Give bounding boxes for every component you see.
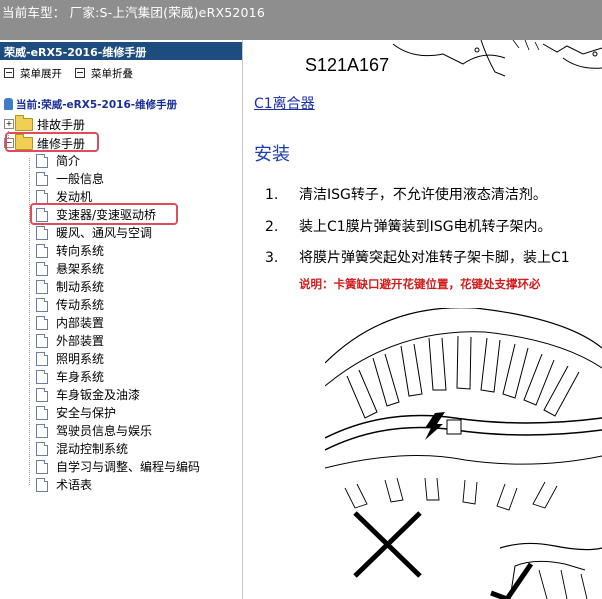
tree-folder-label: 排故手册 — [37, 118, 86, 132]
tree-item-label: 照明系统 — [56, 352, 105, 366]
document-icon — [36, 424, 48, 438]
step-item: 1. 清洁ISG转子，不允许使用液态清洁剂。 — [265, 184, 547, 204]
note: 说明：卡簧缺口避开花键位置，花键处支撑环必 — [299, 276, 541, 292]
tree-item[interactable]: 术语表 — [36, 476, 236, 493]
step-item: 2. 装上C1膜片弹簧装到ISG电机转子架内。 — [265, 216, 552, 236]
tree-item-label: 转向系统 — [56, 244, 105, 258]
document-icon — [36, 154, 48, 168]
tree-item[interactable]: 悬架系统 — [36, 260, 236, 277]
expand-icon — [4, 68, 14, 78]
tree-item[interactable]: 车身钣金及油漆 — [36, 386, 236, 403]
document-icon — [36, 226, 48, 240]
tree-item-label: 一般信息 — [56, 172, 105, 186]
tree-item-label: 车身钣金及油漆 — [56, 388, 141, 402]
tree-item-label: 术语表 — [56, 478, 93, 492]
expand-all-button[interactable]: 菜单展开 — [4, 66, 62, 80]
expand-all-label: 菜单展开 — [20, 68, 62, 80]
tree-item[interactable]: 传动系统 — [36, 296, 236, 313]
title-bar: 当前车型： 厂家:S-上汽集团(荣威)eRX52016 — [0, 0, 602, 40]
document-icon — [36, 406, 48, 420]
document-icon — [36, 190, 48, 204]
highlight-box — [5, 132, 99, 152]
top-figure-fragment — [392, 40, 602, 77]
tree-item[interactable]: 混动控制系统 — [36, 440, 236, 457]
document-icon — [36, 460, 48, 474]
document-icon — [36, 262, 48, 276]
document-icon — [36, 298, 48, 312]
step-number: 1. — [265, 187, 279, 203]
tree-folder-troubleshooting[interactable]: + 排故手册 — [4, 115, 204, 132]
document-icon — [36, 442, 48, 456]
tree-item[interactable]: 安全与保护 — [36, 404, 236, 421]
window-title: 当前车型： 厂家:S-上汽集团(荣威)eRX52016 — [2, 5, 265, 20]
tree-item-label: 安全与保护 — [56, 406, 117, 420]
highlight-box — [30, 203, 178, 225]
expander-plus-icon[interactable]: + — [4, 119, 14, 129]
note-label: 说明： — [299, 277, 334, 291]
current-manual-label: 当前:荣威-eRX5-2016-维修手册 — [16, 99, 178, 111]
current-manual[interactable]: 当前:荣威-eRX5-2016-维修手册 — [4, 97, 177, 112]
c1-clutch-link[interactable]: C1离合器 — [254, 93, 315, 113]
tree-item[interactable]: 照明系统 — [36, 350, 236, 367]
document-icon — [36, 388, 48, 402]
document-icon — [36, 172, 48, 186]
folder-icon — [15, 115, 33, 131]
step-item: 3. 将膜片弹簧突起处对准转子架卡脚，装上C1 — [265, 247, 570, 267]
tree-item-label: 驾驶员信息与娱乐 — [56, 424, 153, 438]
tree-item[interactable]: 一般信息 — [36, 170, 236, 187]
tree-item[interactable]: 驾驶员信息与娱乐 — [36, 422, 236, 439]
tree-item[interactable]: 暖风、通风与空调 — [36, 224, 236, 241]
note-text: 卡簧缺口避开花键位置，花键处支撑环必 — [333, 277, 541, 291]
tree-item-label: 制动系统 — [56, 280, 105, 294]
tree-item-label: 外部装置 — [56, 334, 105, 348]
sidebar: 荣威-eRX5-2016-维修手册 菜单展开 菜单折叠 当前:荣威-eRX5-2… — [0, 40, 243, 599]
sidebar-header: 荣威-eRX5-2016-维修手册 — [0, 42, 242, 60]
step-text: 装上C1膜片弹簧装到ISG电机转子架内。 — [299, 219, 552, 235]
tree-item[interactable]: 简介 — [36, 152, 236, 169]
tree-item-label: 内部装置 — [56, 316, 105, 330]
tree-item[interactable]: 制动系统 — [36, 278, 236, 295]
tree-item-label: 传动系统 — [56, 298, 105, 312]
content-pane: S121A167 C1离合器 安装 1. 清洁ISG转子，不允许使用液态清洁剂。 … — [243, 40, 602, 599]
document-icon — [36, 352, 48, 366]
tree-item[interactable]: 车身系统 — [36, 368, 236, 385]
tree-item-label: 车身系统 — [56, 370, 105, 384]
document-icon — [36, 316, 48, 330]
document-icon — [36, 244, 48, 258]
tree-item-label: 混动控制系统 — [56, 442, 129, 456]
collapse-all-label: 菜单折叠 — [91, 68, 133, 80]
sidebar-header-title: 荣威-eRX5-2016-维修手册 — [4, 46, 147, 59]
tree-item-label: 暖风、通风与空调 — [56, 226, 153, 240]
tree-item-label: 悬架系统 — [56, 262, 105, 276]
document-icon — [36, 280, 48, 294]
document-icon — [36, 370, 48, 384]
tree-item-label: 自学习与调整、编程与编码 — [56, 460, 201, 474]
step-number: 2. — [265, 219, 279, 235]
tree-item[interactable]: 转向系统 — [36, 242, 236, 259]
document-icon — [36, 334, 48, 348]
section-heading: 安装 — [254, 144, 290, 165]
manual-icon — [4, 98, 13, 110]
tree-item[interactable]: 自学习与调整、编程与编码 — [36, 458, 240, 475]
collapse-icon — [75, 68, 85, 78]
tree-item[interactable]: 外部装置 — [36, 332, 236, 349]
document-icon — [36, 478, 48, 492]
tree-item[interactable]: 内部装置 — [36, 314, 236, 331]
tree-item-label: 简介 — [56, 154, 81, 168]
step-text: 清洁ISG转子，不允许使用液态清洁剂。 — [299, 187, 547, 203]
clutch-illustration — [325, 308, 602, 599]
step-number: 3. — [265, 250, 279, 266]
collapse-all-button[interactable]: 菜单折叠 — [75, 66, 133, 80]
step-text: 将膜片弹簧突起处对准转子架卡脚，装上C1 — [299, 250, 570, 266]
figure-code: S121A167 — [305, 55, 390, 75]
